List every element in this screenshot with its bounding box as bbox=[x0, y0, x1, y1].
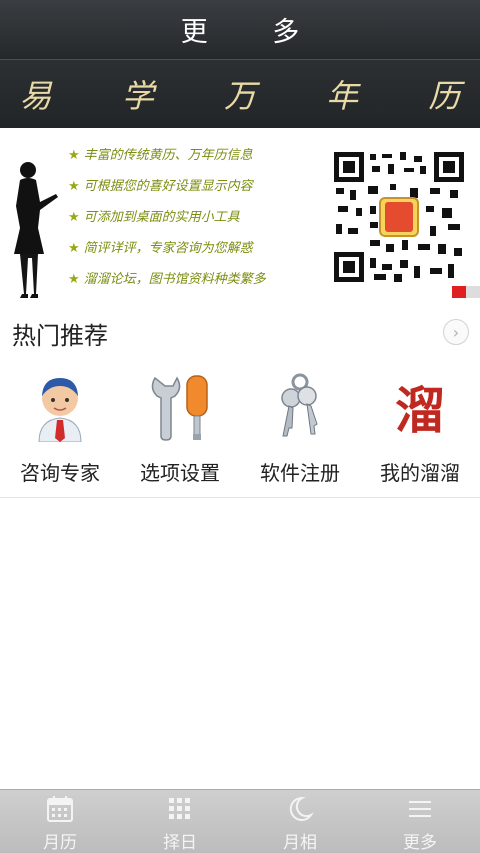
tab-calendar[interactable]: 月历 bbox=[0, 790, 120, 853]
grid-item-my-liuliu[interactable]: 溜 我的溜溜 bbox=[360, 360, 480, 498]
grid-item-label: 我的溜溜 bbox=[380, 461, 460, 485]
brand-title: 易 学 万 年 历 bbox=[19, 77, 480, 115]
section-header: 热门推荐 bbox=[0, 306, 480, 356]
star-icon: ★ bbox=[68, 179, 80, 194]
star-icon: ★ bbox=[68, 148, 80, 163]
recommend-grid: 咨询专家 选项设置 软件注册 溜 我的溜溜 bbox=[0, 360, 480, 498]
brand-bar: 易 学 万 年 历 bbox=[0, 60, 480, 128]
section-title: 热门推荐 bbox=[12, 322, 108, 350]
grid-item-label: 咨询专家 bbox=[20, 461, 100, 485]
grid-item-label: 选项设置 bbox=[140, 461, 220, 485]
feature-line: ★ 丰富的传统黄历、万年历信息 bbox=[68, 148, 253, 163]
feature-list: ★ 丰富的传统黄历、万年历信息 ★ 可根据您的喜好设置显示内容 ★ 可添加到桌面的实用… bbox=[68, 140, 328, 295]
promo-banner[interactable]: ★ 丰富的传统黄历、万年历信息 ★ 可根据您的喜好设置显示内容 ★ 可添加到桌面的实用… bbox=[0, 128, 480, 300]
presenter-silhouette-icon bbox=[14, 162, 58, 298]
grid-item-label: 软件注册 bbox=[260, 461, 340, 485]
indicator-dot bbox=[466, 286, 480, 298]
tab-label: 月历 bbox=[43, 833, 77, 853]
tab-label: 择日 bbox=[163, 833, 197, 853]
feature-line: ★ 简评详评，专家咨询为您解惑 bbox=[68, 241, 253, 256]
title-bar: 更 多 bbox=[0, 0, 480, 60]
qr-code-icon bbox=[330, 148, 468, 286]
grid-item-expert[interactable]: 咨询专家 bbox=[0, 360, 120, 498]
feature-line: ★ 溜溜论坛，图书馆资料种类繁多 bbox=[68, 272, 266, 287]
feature-line: ★ 可根据您的喜好设置显示内容 bbox=[68, 179, 253, 194]
expert-avatar-icon bbox=[38, 378, 82, 442]
chevron-right-icon[interactable]: › bbox=[443, 319, 469, 345]
moon-icon bbox=[289, 796, 314, 821]
grid-item-settings[interactable]: 选项设置 bbox=[120, 360, 240, 498]
keys-icon bbox=[281, 373, 318, 437]
grid-icon bbox=[169, 798, 190, 819]
star-icon: ★ bbox=[68, 272, 80, 287]
tab-more[interactable]: 更多 bbox=[360, 790, 480, 853]
star-icon: ★ bbox=[68, 241, 80, 256]
tab-label: 更多 bbox=[403, 833, 437, 853]
grid-item-register[interactable]: 软件注册 bbox=[240, 360, 360, 498]
star-icon: ★ bbox=[68, 210, 80, 225]
calendar-icon bbox=[47, 796, 73, 822]
tab-moon-phase[interactable]: 月相 bbox=[240, 790, 360, 853]
menu-icon bbox=[409, 801, 431, 817]
feature-line: ★ 可添加到桌面的实用小工具 bbox=[68, 210, 240, 225]
tab-select-day[interactable]: 择日 bbox=[120, 790, 240, 853]
indicator-dot-active bbox=[452, 286, 466, 298]
wrench-screwdriver-icon bbox=[151, 375, 208, 441]
bottom-tab-bar: 月历 择日 月相 更多 bbox=[0, 789, 480, 853]
banner-page-indicator bbox=[452, 286, 480, 298]
seal-text: 溜 bbox=[395, 381, 445, 440]
seal-icon: 溜 bbox=[385, 372, 455, 442]
page-title: 更 多 bbox=[180, 17, 328, 48]
tab-label: 月相 bbox=[283, 833, 317, 853]
